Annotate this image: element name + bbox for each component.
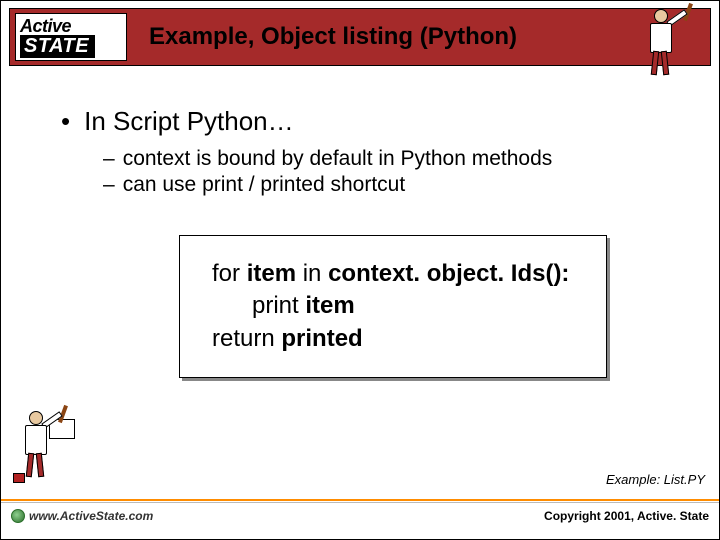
sub-bullet: – can use print / printed shortcut [103, 173, 679, 197]
footer-url: www.ActiveState.com [11, 509, 153, 523]
bullet-dot: • [61, 108, 70, 134]
logo-line1: Active [20, 17, 126, 35]
slide-title: Example, Object listing (Python) [149, 23, 517, 51]
slide-footer: www.ActiveState.com Copyright 2001, Acti… [1, 499, 719, 539]
dash-icon: – [103, 173, 115, 197]
code-line: return printed [212, 323, 586, 355]
bullet-main: • In Script Python… [61, 106, 679, 137]
sub-bullet-list: – context is bound by default in Python … [103, 147, 679, 197]
painter-icon [642, 5, 698, 81]
footer-url-text: www.ActiveState.com [29, 509, 153, 523]
sub-bullet-text: can use print / printed shortcut [123, 173, 406, 197]
globe-icon [11, 509, 25, 523]
copyright: Copyright 2001, Active. State [544, 509, 709, 523]
dash-icon: – [103, 147, 115, 171]
identifier: printed [281, 325, 362, 352]
identifier: context. object. Ids(): [328, 260, 569, 287]
painter-icon [17, 407, 73, 483]
code-line: for item in context. object. Ids(): [212, 258, 586, 290]
keyword: for [212, 260, 240, 287]
logo-line2: STATE [20, 35, 95, 58]
slide-content: • In Script Python… – context is bound b… [1, 66, 719, 378]
code-box: for item in context. object. Ids(): prin… [179, 235, 607, 378]
activestate-logo: Active STATE [15, 13, 127, 61]
keyword: return [212, 325, 275, 352]
sub-bullet: – context is bound by default in Python … [103, 147, 679, 171]
sub-bullet-text: context is bound by default in Python me… [123, 147, 553, 171]
example-note: Example: List.PY [606, 472, 705, 487]
code-line: print item [212, 290, 586, 322]
keyword: print [252, 292, 299, 319]
identifier: item [305, 292, 354, 319]
slide-header: Active STATE Example, Object listing (Py… [9, 8, 711, 66]
bullet-text: In Script Python… [84, 106, 294, 137]
divider-orange [1, 499, 719, 501]
identifier: item [247, 260, 296, 287]
keyword: in [303, 260, 322, 287]
